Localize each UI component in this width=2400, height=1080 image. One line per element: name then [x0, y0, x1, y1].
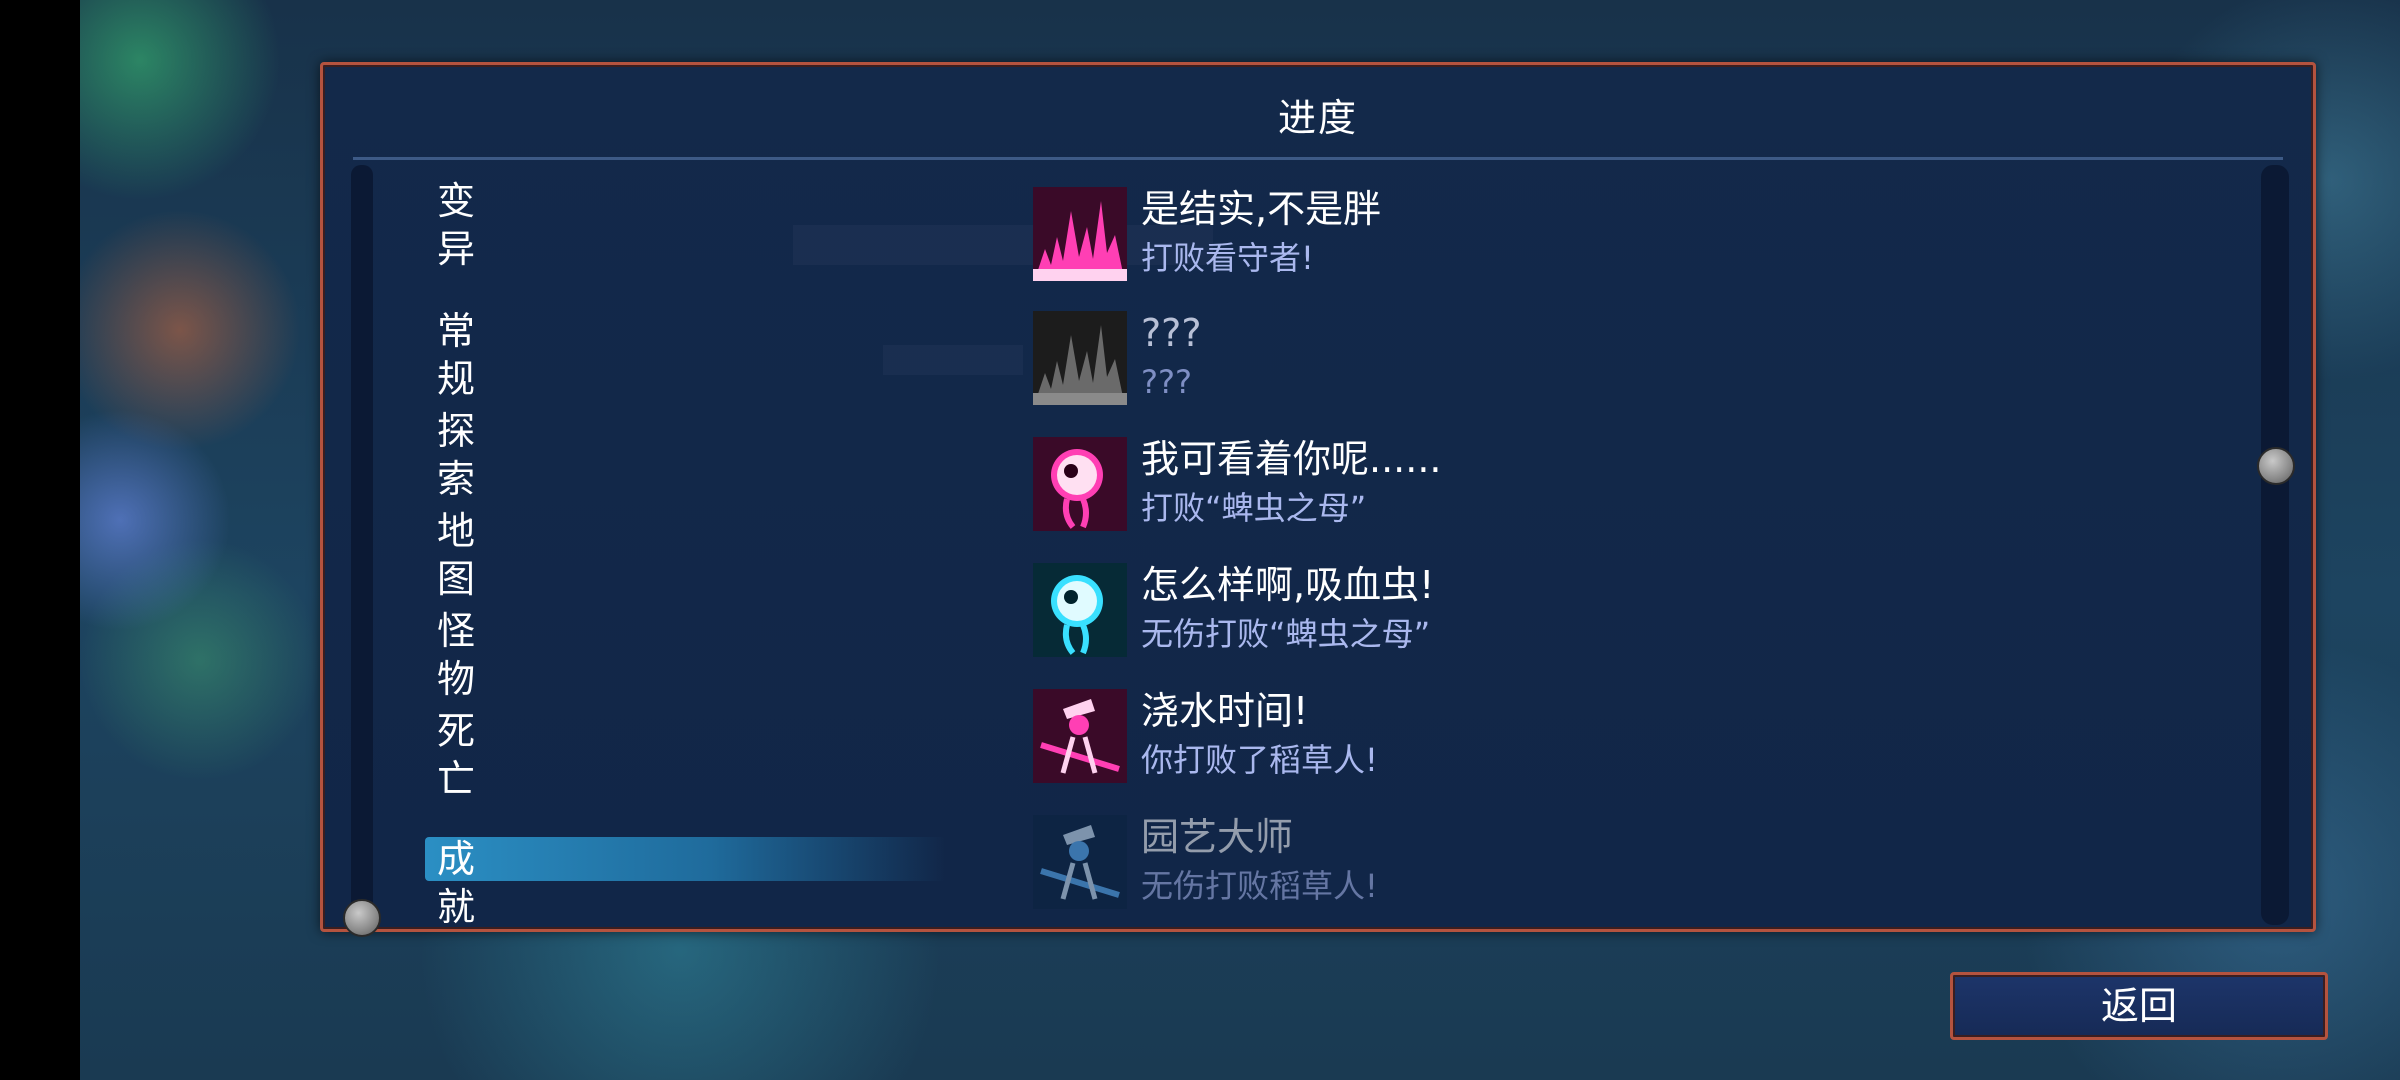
achievement-title: 怎么样啊,吸血虫! [1141, 563, 1435, 607]
achievement-description: 打败看守者! [1141, 239, 1314, 277]
achievement-description: 无伤打败稻草人! [1141, 867, 1378, 905]
game-background: 进度 变异 常规 探索 地图 怪物 死亡 成就 是结实,不是胖 打败看守者! ?… [80, 0, 2400, 1080]
achievement-title: 园艺大师 [1141, 815, 1294, 859]
list-item[interactable]: 怎么样啊,吸血虫! 无伤打败“蜱虫之母” [1033, 563, 2213, 663]
cyan-eyeball-icon [1033, 563, 1127, 657]
progress-panel: 进度 变异 常规 探索 地图 怪物 死亡 成就 是结实,不是胖 打败看守者! ?… [320, 62, 2316, 937]
achievement-title: 我可看着你呢...... [1141, 437, 1442, 481]
pink-eyeball-icon [1033, 437, 1127, 531]
list-item[interactable]: 园艺大师 无伤打败稻草人! [1033, 815, 2213, 915]
panel-title: 进度 [1277, 96, 1358, 140]
list-item[interactable]: ??? ??? [1033, 311, 2213, 411]
achievement-scroll-thumb[interactable] [2257, 447, 2295, 485]
achievement-title: 是结实,不是胖 [1141, 187, 1382, 231]
category-monsters[interactable]: 怪物 [437, 607, 475, 703]
category-scrollbar[interactable] [351, 165, 373, 925]
selected-category-highlight [425, 837, 945, 881]
achievement-title: 浇水时间! [1141, 689, 1309, 733]
category-map[interactable]: 地图 [437, 507, 475, 603]
achievement-list: 是结实,不是胖 打败看守者! ??? ??? 我可看着你呢...... 打败“蜱… [1033, 187, 2213, 927]
ghost-text-block [883, 345, 1023, 375]
list-item[interactable]: 浇水时间! 你打败了稻草人! [1033, 689, 2213, 789]
achievement-title: ??? [1141, 311, 1202, 355]
achievement-description: ??? [1141, 363, 1192, 401]
title-divider [353, 157, 2283, 160]
achievement-description: 你打败了稻草人! [1141, 741, 1378, 779]
category-exploration[interactable]: 探索 [437, 407, 475, 503]
category-achievements[interactable]: 成就 [437, 835, 475, 931]
achievement-description: 无伤打败“蜱虫之母” [1141, 615, 1431, 653]
category-deaths[interactable]: 死亡 [437, 707, 475, 803]
list-item[interactable]: 我可看着你呢...... 打败“蜱虫之母” [1033, 437, 2213, 537]
category-mutations[interactable]: 变异 [437, 177, 475, 273]
gray-spikes-icon [1033, 311, 1127, 405]
achievement-description: 打败“蜱虫之母” [1141, 489, 1367, 527]
category-scroll-thumb[interactable] [343, 899, 381, 937]
list-item[interactable]: 是结实,不是胖 打败看守者! [1033, 187, 2213, 287]
back-button[interactable]: 返回 [1950, 972, 2328, 1040]
blue-scarecrow-icon [1033, 815, 1127, 909]
achievement-scrollbar[interactable] [2261, 165, 2289, 925]
pink-scarecrow-icon [1033, 689, 1127, 783]
pink-spikes-icon [1033, 187, 1127, 281]
category-general[interactable]: 常规 [437, 307, 475, 403]
